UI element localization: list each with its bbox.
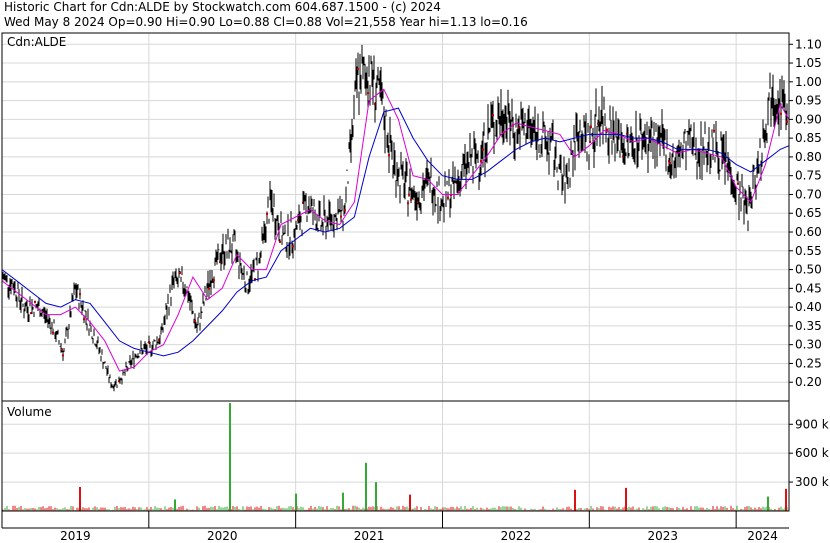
price-tick-label: 1.10: [795, 37, 822, 51]
price-tick-label: 0.20: [795, 375, 822, 389]
close-marker: [367, 92, 369, 95]
close-marker: [208, 287, 210, 290]
price-tick-label: 0.85: [795, 131, 822, 145]
volume-tick-label: 900 k: [795, 417, 829, 431]
close-marker: [340, 215, 342, 218]
year-tick-label: 2020: [207, 529, 238, 543]
moving-averages: [1, 88, 790, 372]
close-marker: [213, 279, 215, 282]
volume-axis: 300 k 600 k 900 k: [789, 417, 829, 489]
volume-bars: [2, 403, 788, 511]
price-tick-label: 0.45: [795, 281, 822, 295]
price-tick-label: 0.50: [795, 263, 822, 277]
close-marker: [480, 160, 482, 163]
close-marker: [492, 114, 494, 117]
close-marker: [52, 331, 54, 334]
close-marker: [266, 212, 268, 215]
price-tick-label: 1.05: [795, 56, 822, 70]
chart-frames: [1, 32, 790, 529]
time-axis: 2019 2020 2021 2022 2023 2024: [1, 511, 778, 543]
volume-panel-label: Volume: [7, 405, 52, 419]
close-marker: [408, 193, 410, 196]
year-tick-label: 2019: [60, 529, 91, 543]
price-tick-label: 0.55: [795, 244, 822, 258]
close-marker: [292, 245, 294, 248]
price-bars: [2, 44, 788, 392]
close-marker: [669, 162, 671, 165]
close-marker: [61, 348, 63, 351]
price-panel-frame: [1, 32, 790, 402]
price-tick-label: 0.35: [795, 319, 822, 333]
price-volume-chart: 1.10 1.05 1.00 0.95 0.90 0.85 0.80 0.75 0.70 0.65…: [1, 32, 829, 543]
year-tick-label: 2022: [501, 529, 532, 543]
close-marker: [589, 140, 591, 143]
price-tick-label: 0.75: [795, 169, 822, 183]
close-marker: [34, 300, 36, 303]
close-marker: [447, 196, 449, 199]
price-axis: 1.10 1.05 1.00 0.95 0.90 0.85 0.80 0.75 0.70 0.65…: [789, 37, 822, 389]
price-tick-label: 0.40: [795, 300, 822, 314]
price-tick-label: 0.80: [795, 150, 822, 164]
volume-grid: [2, 423, 789, 483]
close-marker: [344, 209, 346, 212]
volume-tick-label: 300 k: [795, 475, 829, 489]
close-marker: [357, 67, 359, 70]
price-tick-label: 0.25: [795, 356, 822, 370]
close-marker: [786, 120, 788, 123]
price-tick-label: 0.65: [795, 206, 822, 220]
year-tick-label: 2024: [747, 529, 778, 543]
price-tick-label: 0.95: [795, 94, 822, 108]
close-marker: [737, 182, 739, 185]
price-tick-label: 1.00: [795, 75, 822, 89]
price-tick-label: 0.60: [795, 225, 822, 239]
year-tick-label: 2023: [647, 529, 678, 543]
close-marker: [62, 354, 64, 357]
price-tick-label: 0.90: [795, 112, 822, 126]
close-marker: [388, 154, 390, 157]
close-marker: [179, 271, 181, 274]
price-panel-label: Cdn:ALDE: [7, 35, 67, 49]
close-marker: [79, 293, 81, 296]
volume-tick-label: 600 k: [795, 446, 829, 460]
close-marker: [606, 128, 608, 131]
ma-short-line: [1, 88, 790, 372]
close-marker: [590, 125, 592, 128]
close-marker: [482, 148, 484, 151]
year-tick-label: 2021: [354, 529, 385, 543]
close-marker: [780, 112, 782, 115]
close-marker: [279, 240, 281, 243]
volume-panel-frame: [1, 400, 790, 512]
close-marker: [713, 129, 715, 132]
price-grid: [1, 33, 789, 511]
close-marker: [83, 318, 85, 321]
close-marker: [410, 198, 412, 201]
close-marker: [194, 319, 196, 322]
price-tick-label: 0.30: [795, 338, 822, 352]
close-marker: [407, 202, 409, 205]
price-tick-label: 0.70: [795, 187, 822, 201]
